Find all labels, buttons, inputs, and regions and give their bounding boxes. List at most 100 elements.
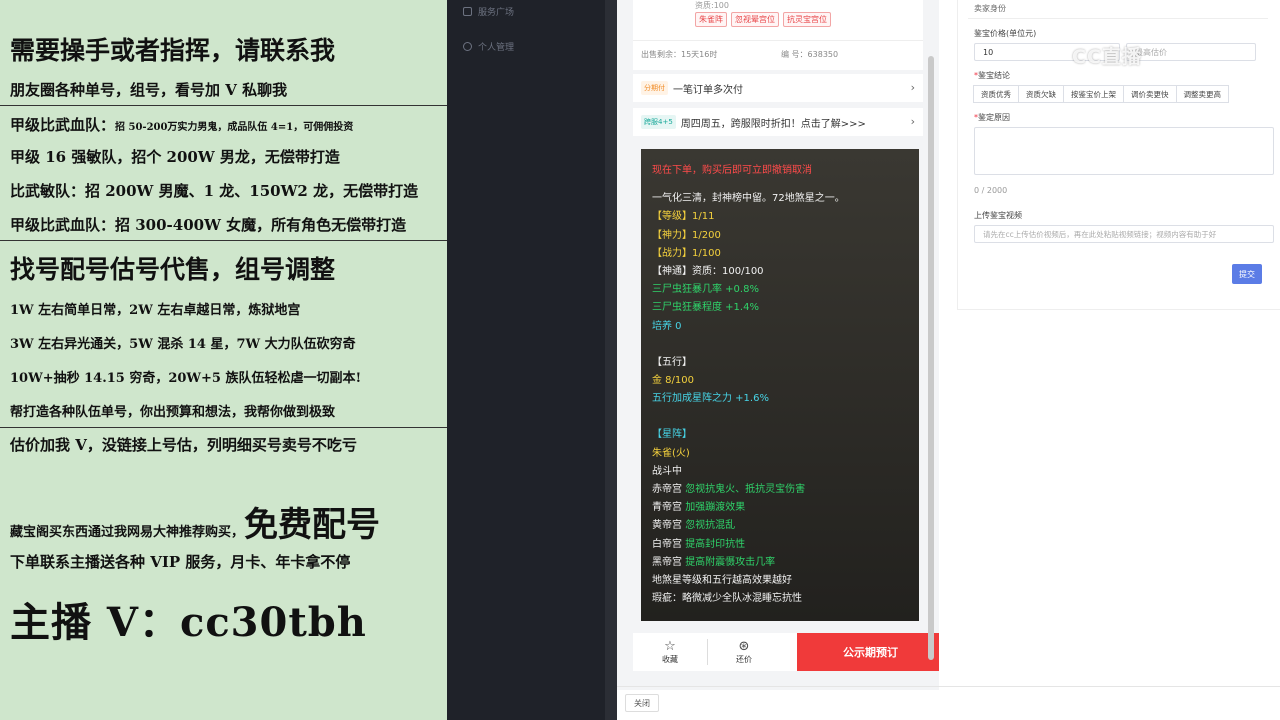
tag: 抗灵宝宫位 bbox=[783, 12, 831, 27]
promo-highlight: 免费配号 bbox=[244, 505, 381, 545]
palace-effect: 提高封印抗性 bbox=[685, 538, 746, 550]
price-label: 鉴宝价格(单位元) bbox=[974, 29, 1037, 38]
attr-battle: 战斗中 bbox=[652, 465, 682, 477]
quality-text: 资质:100 bbox=[695, 1, 729, 10]
reason-label: *鉴定原因 bbox=[974, 112, 1010, 123]
sidebar-item-personal[interactable]: 个人管理 bbox=[463, 40, 514, 53]
serial-value: 638350 bbox=[807, 50, 839, 59]
tag: 忽视晕宫位 bbox=[731, 12, 779, 27]
attr-xingzhen-heading: 【星阵】 bbox=[652, 429, 692, 441]
attr-palace: 青帝宫 加强蹦渡效果 bbox=[652, 499, 908, 517]
bargain-label: 还价 bbox=[736, 654, 752, 664]
palace-effect: 加强蹦渡效果 bbox=[685, 502, 746, 514]
divider bbox=[0, 427, 447, 428]
conclusion-label-text: 鉴宝结论 bbox=[978, 71, 1010, 80]
platform-watermark: CC直播 bbox=[1072, 46, 1142, 68]
option-lower-price[interactable]: 调价卖更快 bbox=[1123, 85, 1177, 103]
palace-name: 赤帝宫 bbox=[652, 484, 682, 496]
attr-wuxing-bonus: 五行加成星阵之力 +1.6% bbox=[652, 393, 769, 405]
chevron-right-icon: › bbox=[910, 115, 915, 128]
conclusion-label: *鉴宝结论 bbox=[974, 70, 1010, 81]
favorite-label: 收藏 bbox=[662, 654, 678, 664]
yen-circle-icon: ⊛ bbox=[738, 638, 750, 654]
attr-palace: 赤帝宫 忽视抗鬼火、抵抗灵宝伤害 bbox=[652, 481, 908, 499]
scrollbar[interactable] bbox=[928, 56, 934, 660]
promo-line: 甲级 16 强敏队，招个 200W 男龙，无偿带打造 bbox=[10, 148, 340, 166]
attr-level: 【等级】1/11 bbox=[652, 211, 715, 223]
promo-line: 找号配号估号代售，组号调整 bbox=[10, 255, 336, 284]
preorder-button[interactable]: 公示期预订 bbox=[797, 633, 939, 671]
remaining-time: 出售剩余：15天16时 bbox=[641, 49, 781, 60]
palace-name: 白帝宫 bbox=[652, 538, 682, 550]
promo-line: 3W 左右异光通关，5W 混杀 14 星，7W 大力队伍砍穷奇 bbox=[10, 337, 356, 352]
close-button[interactable]: 关闭 bbox=[625, 694, 659, 712]
promo-line: 需要操手或者指挥，请联系我 bbox=[10, 36, 336, 65]
serial-number: 编 号：638350 bbox=[781, 49, 838, 60]
palace-effect: 忽视抗鬼火、抵抗灵宝伤害 bbox=[685, 484, 806, 496]
attr-skill: 三尸虫狂暴程度 +1.4% bbox=[652, 302, 759, 314]
attr-palace: 黑帝宫 提高附震慑攻击几率 bbox=[652, 554, 908, 572]
promo-line-tail: 招 50-200万实力男鬼，成品队伍 4=1，可佣佣投资 bbox=[115, 122, 354, 133]
promo-line: 甲级比武血队：招 50-200万实力男鬼，成品队伍 4=1，可佣佣投资 bbox=[10, 114, 353, 135]
video-link-input[interactable]: 请先在cc上传估价视频后，再在此处粘贴视频链接；视频内容有助于好 bbox=[974, 225, 1274, 243]
installment-row[interactable]: 分期付 一笔订单多次付 › bbox=[633, 74, 923, 102]
favorite-button[interactable]: ☆ 收藏 bbox=[633, 633, 707, 671]
sidebar-item-label: 个人管理 bbox=[478, 43, 515, 53]
attr-peiyang: 培养 0 bbox=[652, 320, 682, 332]
promo-line: 藏宝阁买东西通过我网易大神推荐购买，免费配号 bbox=[10, 497, 380, 546]
attr-jin: 金 8/100 bbox=[652, 375, 694, 387]
user-icon bbox=[463, 42, 472, 51]
attribute-panel: 现在下单，购买后即可立即撤销取消 一气化三清，封神榜中留。72地煞星之一。 【等… bbox=[641, 149, 919, 621]
palace-effect: 提高附震慑攻击几率 bbox=[685, 556, 776, 568]
promo-line: 估价加我 V，没链接上号估，列明细买号卖号不吃亏 bbox=[10, 436, 357, 454]
option-quality-good[interactable]: 资质优秀 bbox=[973, 85, 1019, 103]
listing-meta: 出售剩余：15天16时 编 号：638350 bbox=[641, 49, 921, 60]
bargain-button[interactable]: ⊛ 还价 bbox=[707, 633, 781, 671]
cross-server-text: 周四周五，跨服限时折扣！点击了解>>> bbox=[680, 118, 866, 130]
attr-palace: 白帝宫 提高封印抗性 bbox=[652, 536, 908, 554]
promo-line: 帮打造各种队伍单号，你出预算和想法，我帮你做到极致 bbox=[10, 405, 336, 420]
remaining-label: 出售剩余： bbox=[641, 50, 681, 59]
grid-icon bbox=[463, 7, 472, 16]
palace-name: 青帝宫 bbox=[652, 502, 682, 514]
option-raise-price[interactable]: 调整卖更高 bbox=[1175, 85, 1229, 103]
promo-line-head: 藏宝阁买东西通过我网易大神推荐购买， bbox=[10, 525, 245, 540]
submit-button[interactable]: 提交 bbox=[1232, 264, 1262, 284]
tag-list: 朱雀阵 忽视晕宫位 抗灵宝宫位 bbox=[695, 12, 831, 27]
item-detail-preview: 资质:100 朱雀阵 忽视晕宫位 抗灵宝宫位 出售剩余：15天16时 编 号：6… bbox=[617, 0, 939, 690]
attr-note: 地煞星等级和五行越高效果越好 bbox=[652, 575, 792, 587]
promo-overlay: 需要操手或者指挥，请联系我 朋友圈各种单号，组号，看号加 V 私聊我 甲级比武血… bbox=[0, 0, 447, 720]
star-icon: ☆ bbox=[664, 638, 676, 654]
installment-badge: 分期付 bbox=[641, 81, 668, 95]
option-list-at-price[interactable]: 按鉴宝价上架 bbox=[1063, 85, 1124, 103]
attr-skill: 三尸虫狂暴几率 +0.8% bbox=[652, 284, 759, 296]
promo-line-head: 甲级比武血队： bbox=[10, 116, 116, 134]
sidebar-item-service[interactable]: 服务广场 bbox=[463, 5, 514, 18]
char-counter: 0 / 2000 bbox=[974, 186, 1008, 195]
app-sidebar: 服务广场 个人管理 bbox=[447, 0, 605, 720]
divider bbox=[0, 105, 447, 106]
option-quality-poor[interactable]: 资质欠缺 bbox=[1018, 85, 1064, 103]
chevron-right-icon: › bbox=[910, 81, 915, 94]
remaining-value: 15天16时 bbox=[681, 50, 718, 59]
promo-line: 朋友圈各种单号，组号，看号加 V 私聊我 bbox=[10, 81, 288, 99]
serial-label: 编 号： bbox=[781, 50, 808, 59]
tag: 朱雀阵 bbox=[695, 12, 727, 27]
seller-identity-label: 卖家身份 bbox=[974, 4, 1006, 13]
palace-effect: 忽视抗混乱 bbox=[685, 520, 736, 532]
max-price-input[interactable]: 最高估价 bbox=[1126, 43, 1256, 61]
promo-line: 10W+抽秒 14.15 穷奇，20W+5 族队伍轻松虐一切副本! bbox=[10, 371, 362, 386]
attr-notice: 现在下单，购买后即可立即撤销取消 bbox=[652, 165, 812, 176]
attr-shentong: 【神通】资质：100/100 bbox=[652, 266, 764, 278]
palace-name: 黑帝宫 bbox=[652, 556, 682, 568]
attr-zhuque: 朱雀(火) bbox=[652, 447, 690, 459]
conclusion-options: 资质优秀 资质欠缺 按鉴宝价上架 调价卖更快 调整卖更高 bbox=[973, 85, 1229, 103]
attr-wuxing-heading: 【五行】 bbox=[652, 356, 692, 368]
streamer-contact: 主播 V：cc30tbh bbox=[10, 599, 367, 646]
palace-name: 黄帝宫 bbox=[652, 520, 682, 532]
divider bbox=[633, 40, 923, 41]
cross-server-row[interactable]: 跨服4+5 周四周五，跨服限时折扣！点击了解>>> › bbox=[633, 108, 923, 136]
reason-label-text: 鉴定原因 bbox=[978, 113, 1010, 122]
reason-textarea[interactable] bbox=[974, 127, 1274, 175]
promo-line: 甲级比武血队：招 300-400W 女魔，所有角色无偿带打造 bbox=[10, 216, 407, 234]
